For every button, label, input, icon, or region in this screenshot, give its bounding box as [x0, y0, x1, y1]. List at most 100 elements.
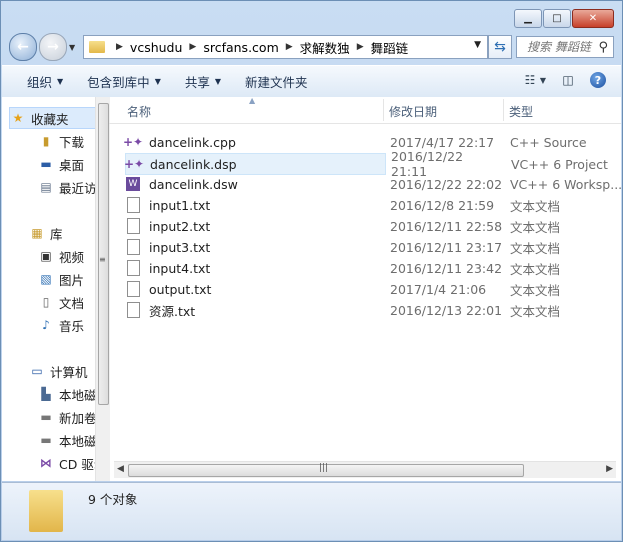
file-date: 2016/12/11 23:42 — [390, 260, 503, 276]
address-dropdown[interactable]: ▼ — [474, 40, 481, 50]
star-icon: ★ — [12, 111, 24, 125]
include-in-library-menu[interactable]: 包含到库中 ▼ — [87, 72, 161, 91]
refresh-icon: ⇆ — [494, 39, 506, 55]
file-row[interactable]: +✦ dancelink.cpp 2017/4/17 22:17 C++ Sou… — [123, 132, 621, 152]
file-row[interactable]: input4.txt 2016/12/11 23:42 文本文档 — [125, 258, 621, 278]
back-button[interactable]: ← — [9, 33, 37, 61]
new-folder-button[interactable]: 新建文件夹 — [245, 72, 308, 91]
explorer-window: ▁ □ ✕ ← → ▼ ▶ vcshudu ▶ srcfans.com ▶ 求解… — [0, 0, 623, 542]
column-header-date[interactable]: 修改日期 — [389, 103, 437, 120]
content-area: ★收藏夹 ▮下载 ▬桌面 ▤ 最近访问的位置 ▦库 ▣视频 ▧图片 ▯文档 ♪ 音乐… — [2, 96, 622, 481]
nav-scrollbar-thumb[interactable] — [98, 103, 109, 405]
column-divider[interactable] — [503, 99, 504, 121]
file-name: output.txt — [149, 281, 212, 297]
breadcrumb-separator[interactable]: ▶ — [116, 42, 123, 52]
txt-icon — [125, 260, 141, 276]
file-date: 2016/12/22 22:02 — [390, 176, 503, 192]
new-folder-label: 新建文件夹 — [245, 75, 308, 90]
folder-icon — [89, 41, 105, 53]
breadcrumb-dancelink[interactable]: 舞蹈链 — [371, 38, 409, 57]
file-date: 2017/4/17 22:17 — [390, 134, 495, 150]
column-header-type[interactable]: 类型 — [509, 103, 533, 120]
nav-libraries[interactable]: ▦ 库 — [29, 223, 63, 243]
file-type: 文本文档 — [510, 261, 561, 277]
view-options-icon[interactable]: ☷ — [522, 72, 538, 88]
maximize-button[interactable]: □ — [543, 9, 571, 28]
breadcrumb-vcshudu[interactable]: vcshudu — [130, 40, 182, 55]
item-count: 9 个对象 — [88, 492, 138, 507]
pictures-icon: ▧ — [40, 272, 52, 286]
video-icon: ▣ — [40, 249, 52, 263]
column-divider[interactable] — [383, 99, 384, 121]
txt-icon — [125, 218, 141, 234]
file-row[interactable]: W dancelink.dsw 2016/12/22 22:02 VC++ 6 … — [125, 174, 622, 194]
nav-videos[interactable]: ▣ 视频 — [38, 246, 84, 266]
caption-buttons: ▁ □ ✕ — [514, 9, 614, 28]
nav-drive-d[interactable]: ▬ 新加卷 (D:) — [38, 407, 95, 427]
nav-label: 音乐 — [59, 318, 85, 334]
file-date: 2016/12/11 23:17 — [390, 239, 503, 255]
nav-desktop[interactable]: ▬ 桌面 — [38, 154, 84, 174]
nav-downloads[interactable]: ▮ 下载 — [38, 131, 84, 151]
minimize-button[interactable]: ▁ — [514, 9, 542, 28]
address-bar[interactable]: ▶ vcshudu ▶ srcfans.com ▶ 求解数独 ▶ 舞蹈链 ▼ — [83, 35, 488, 59]
folder-icon — [29, 490, 63, 532]
scroll-left-icon[interactable]: ◀ — [117, 464, 124, 474]
file-name: input3.txt — [149, 239, 211, 255]
nav-documents[interactable]: ▯ 文档 — [38, 292, 84, 312]
scroll-right-icon[interactable]: ▶ — [606, 464, 613, 474]
breadcrumb-srcfans[interactable]: srcfans.com — [203, 40, 278, 55]
breadcrumb-separator[interactable]: ▶ — [189, 42, 196, 52]
nav-computer[interactable]: ▭ 计算机 — [29, 361, 87, 381]
breadcrumb-separator[interactable]: ▶ — [286, 42, 293, 52]
file-row[interactable]: input1.txt 2016/12/8 21:59 文本文档 — [125, 195, 621, 215]
file-row[interactable]: input3.txt 2016/12/11 23:17 文本文档 — [125, 237, 621, 257]
file-row[interactable]: 资源.txt 2016/12/13 22:01 文本文档 — [125, 300, 621, 320]
nav-label: 下载 — [59, 134, 85, 150]
horizontal-scrollbar-thumb[interactable]: ||| — [128, 463, 524, 477]
cd-drive-icon: ⋈ — [40, 456, 52, 470]
chevron-down-icon[interactable]: ▼ — [540, 72, 546, 88]
nav-label: 库 — [50, 226, 63, 242]
nav-scrollbar[interactable]: ≡ — [95, 97, 110, 481]
search-box[interactable]: ⚲ — [516, 36, 614, 58]
documents-icon: ▯ — [42, 295, 50, 309]
preview-pane-icon[interactable]: ◫ — [560, 72, 576, 88]
forward-button[interactable]: → — [39, 33, 67, 61]
file-name: 资源.txt — [149, 303, 196, 319]
share-menu[interactable]: 共享 ▼ — [185, 72, 221, 91]
file-date: 2017/1/4 21:06 — [390, 281, 487, 297]
file-row[interactable]: +✦ dancelink.dsp 2016/12/22 21:11 VC++ 6… — [124, 149, 608, 179]
breadcrumb-separator[interactable]: ▶ — [357, 42, 364, 52]
recent-places-icon: ▤ — [40, 180, 52, 194]
nav-label: 最近访问的位置 — [59, 180, 95, 196]
hard-drive-icon: ▬ — [40, 410, 52, 424]
nav-music[interactable]: ♪ 音乐 — [38, 315, 84, 335]
nav-favorites[interactable]: ★ 收藏夹 — [9, 107, 95, 129]
file-name: dancelink.cpp — [149, 134, 236, 150]
search-icon[interactable]: ⚲ — [598, 40, 608, 55]
file-row[interactable]: output.txt 2017/1/4 21:06 文本文档 — [125, 279, 621, 299]
nav-drive-f[interactable]: ⋈ CD 驱动器 (F:) — [38, 453, 95, 473]
help-icon[interactable]: ? — [590, 72, 606, 88]
organize-menu[interactable]: 组织 ▼ — [27, 72, 63, 91]
file-type: 文本文档 — [510, 240, 561, 256]
nav-drive-e[interactable]: ▬ 本地磁盘 (E:) — [38, 430, 95, 450]
nav-label: 新加卷 (D:) — [59, 410, 95, 426]
nav-label: 本地磁盘 (C:) — [59, 387, 95, 403]
recent-pages-dropdown[interactable]: ▼ — [69, 43, 79, 52]
search-input[interactable] — [525, 39, 599, 55]
nav-pictures[interactable]: ▧ 图片 — [38, 269, 84, 289]
file-date: 2016/12/13 22:01 — [390, 302, 503, 318]
chevron-down-icon: ▼ — [214, 77, 222, 86]
column-header-name[interactable]: 名称 — [127, 103, 151, 120]
refresh-button[interactable]: ⇆ — [488, 35, 512, 59]
horizontal-scrollbar[interactable]: ◀ ||| ▶ — [114, 461, 616, 478]
breadcrumb-sudoku[interactable]: 求解数独 — [300, 38, 350, 57]
dsw-icon: W — [125, 176, 141, 192]
close-button[interactable]: ✕ — [572, 9, 614, 28]
nav-drive-c[interactable]: ▙ 本地磁盘 (C:) — [38, 384, 95, 404]
file-row[interactable]: input2.txt 2016/12/11 22:58 文本文档 — [125, 216, 621, 236]
nav-recent[interactable]: ▤ 最近访问的位置 — [38, 177, 95, 197]
music-icon: ♪ — [42, 318, 50, 332]
